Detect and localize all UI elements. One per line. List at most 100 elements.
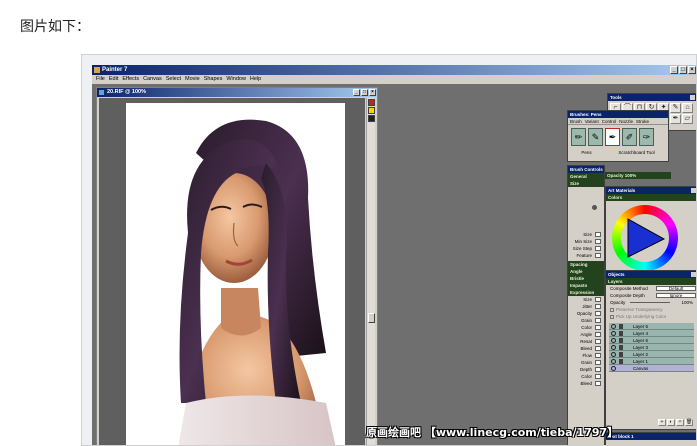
brush-pencil-icon[interactable]: ✎ — [588, 128, 603, 146]
canvas-layer-row[interactable]: Canvas — [609, 365, 694, 372]
dropper-tool-icon[interactable]: ⌂ — [682, 103, 693, 113]
general-opacity[interactable]: Opacity 100% — [605, 172, 671, 179]
eye-icon[interactable] — [611, 324, 616, 329]
composite-method-select[interactable]: Default — [656, 286, 696, 291]
expr-color-row[interactable]: Color — [568, 324, 604, 331]
expr-opacity-row[interactable]: Opacity — [568, 310, 604, 317]
expr-color2-row[interactable]: Color — [568, 373, 604, 380]
brush-menu-brush[interactable]: Brush — [570, 119, 582, 124]
bristle-section[interactable]: Bristle — [568, 275, 604, 282]
layer-row[interactable]: Layer 4 — [609, 330, 694, 337]
maximize-button[interactable]: □ — [679, 66, 687, 74]
preserve-transparency-row[interactable]: Preserve Transparency — [606, 306, 696, 313]
close-button[interactable]: × — [688, 66, 696, 74]
effects-icon[interactable]: ✧ — [676, 419, 684, 426]
expr-depth-row[interactable]: Depth — [568, 366, 604, 373]
preserve-checkbox[interactable] — [610, 308, 614, 312]
menu-help[interactable]: Help — [250, 75, 261, 84]
menu-shapes[interactable]: Shapes — [204, 75, 223, 84]
colors-section[interactable]: Colors — [606, 194, 696, 201]
trash-icon[interactable]: 🗑 — [685, 419, 693, 426]
menu-canvas[interactable]: Canvas — [143, 75, 162, 84]
min-size-row[interactable]: Min Size — [568, 238, 604, 245]
general-section[interactable]: General — [568, 173, 604, 180]
expr-grain2-row[interactable]: Grain — [568, 359, 604, 366]
layer-row[interactable]: Layer 3 — [609, 344, 694, 351]
impasto-section[interactable]: Impasto — [568, 282, 604, 289]
brush-menu-variant[interactable]: Variant — [585, 119, 599, 124]
document-close-button[interactable]: × — [369, 89, 376, 96]
menu-effects[interactable]: Effects — [122, 75, 139, 84]
size-row[interactable]: Size — [568, 231, 604, 238]
scrollbar-thumb[interactable] — [368, 313, 375, 323]
composite-depth-select[interactable]: Ignore — [656, 293, 696, 298]
brush-pens-icon[interactable]: ✒ — [605, 128, 620, 146]
saturation-triangle[interactable] — [624, 217, 666, 259]
size-section[interactable]: Size — [568, 180, 604, 187]
layer-row[interactable]: Layer 6 — [609, 337, 694, 344]
expr-bleed-row[interactable]: Bleed — [568, 345, 604, 352]
eye-icon[interactable] — [611, 359, 616, 364]
menu-movie[interactable]: Movie — [185, 75, 200, 84]
lock-icon[interactable] — [619, 324, 623, 329]
opacity-slider[interactable] — [630, 302, 670, 303]
pick-up-checkbox[interactable] — [610, 315, 614, 319]
brush-blender-icon[interactable]: ✑ — [639, 128, 654, 146]
feature-row[interactable]: Feature — [568, 252, 604, 259]
spacing-section[interactable]: Spacing — [568, 261, 604, 268]
lock-icon[interactable] — [619, 338, 623, 343]
secondary-color-swatch[interactable] — [368, 107, 375, 114]
eraser-tool-icon[interactable]: ▱ — [682, 114, 693, 124]
brush-chalk-icon[interactable]: ✏ — [571, 128, 586, 146]
primary-color-swatch[interactable] — [368, 99, 375, 106]
document-scrollbar[interactable] — [366, 98, 375, 445]
art-materials-close[interactable] — [691, 188, 696, 193]
document-minimize-button[interactable]: _ — [353, 89, 360, 96]
expr-grain-row[interactable]: Grain — [568, 317, 604, 324]
eye-icon[interactable] — [611, 352, 616, 357]
lock-icon[interactable] — [619, 331, 623, 336]
mask-icon[interactable]: ◐ — [667, 419, 675, 426]
brush-variant[interactable]: Scratchboard Tool — [618, 150, 654, 155]
color-wheel[interactable] — [612, 205, 678, 271]
lock-icon[interactable] — [619, 359, 623, 364]
brush-menu-control[interactable]: Control — [602, 119, 617, 124]
angle-section[interactable]: Angle — [568, 268, 604, 275]
paper-swatch[interactable] — [368, 115, 375, 122]
objects-close[interactable] — [691, 272, 696, 277]
brush-menu-stroke[interactable]: Stroke — [636, 119, 649, 124]
eye-icon[interactable] — [611, 345, 616, 350]
new-layer-icon[interactable]: + — [658, 419, 666, 426]
expr-angle-row[interactable]: Angle — [568, 331, 604, 338]
pen-tool-icon[interactable]: ✒ — [670, 114, 681, 124]
painting-canvas[interactable] — [126, 103, 345, 445]
minimize-button[interactable]: _ — [670, 66, 678, 74]
brush-category[interactable]: Pens — [581, 150, 591, 155]
layers-section[interactable]: Layers — [606, 278, 696, 285]
eye-icon[interactable] — [611, 338, 616, 343]
size-step-row[interactable]: Size Step — [568, 245, 604, 252]
expr-resat-row[interactable]: Resat — [568, 338, 604, 345]
opacity-row[interactable]: Opacity 100% — [606, 299, 696, 306]
expr-jitter-row[interactable]: Jitter — [568, 303, 604, 310]
eye-icon[interactable] — [611, 366, 616, 371]
composite-method-row[interactable]: Composite Method Default — [606, 285, 696, 292]
canvas-area[interactable] — [99, 98, 365, 445]
layer-row[interactable]: Layer 1 — [609, 358, 694, 365]
brush-airbrush-icon[interactable]: ✐ — [622, 128, 637, 146]
eye-icon[interactable] — [611, 331, 616, 336]
pick-up-color-row[interactable]: Pick Up Underlying Color — [606, 313, 696, 320]
color-picker[interactable] — [606, 201, 696, 277]
layer-row[interactable]: Layer 2 — [609, 351, 694, 358]
layer-row[interactable]: Layer 5 — [609, 323, 694, 330]
lock-icon[interactable] — [619, 352, 623, 357]
document-maximize-button[interactable]: □ — [361, 89, 368, 96]
menu-select[interactable]: Select — [166, 75, 181, 84]
menu-file[interactable]: File — [96, 75, 105, 84]
expr-bleed2-row[interactable]: Bleed — [568, 380, 604, 387]
expr-size-row[interactable]: Size — [568, 296, 604, 303]
menu-edit[interactable]: Edit — [109, 75, 118, 84]
composite-depth-row[interactable]: Composite Depth Ignore — [606, 292, 696, 299]
brush-tool-icon[interactable]: ✎ — [670, 103, 681, 113]
menu-window[interactable]: Window — [226, 75, 246, 84]
